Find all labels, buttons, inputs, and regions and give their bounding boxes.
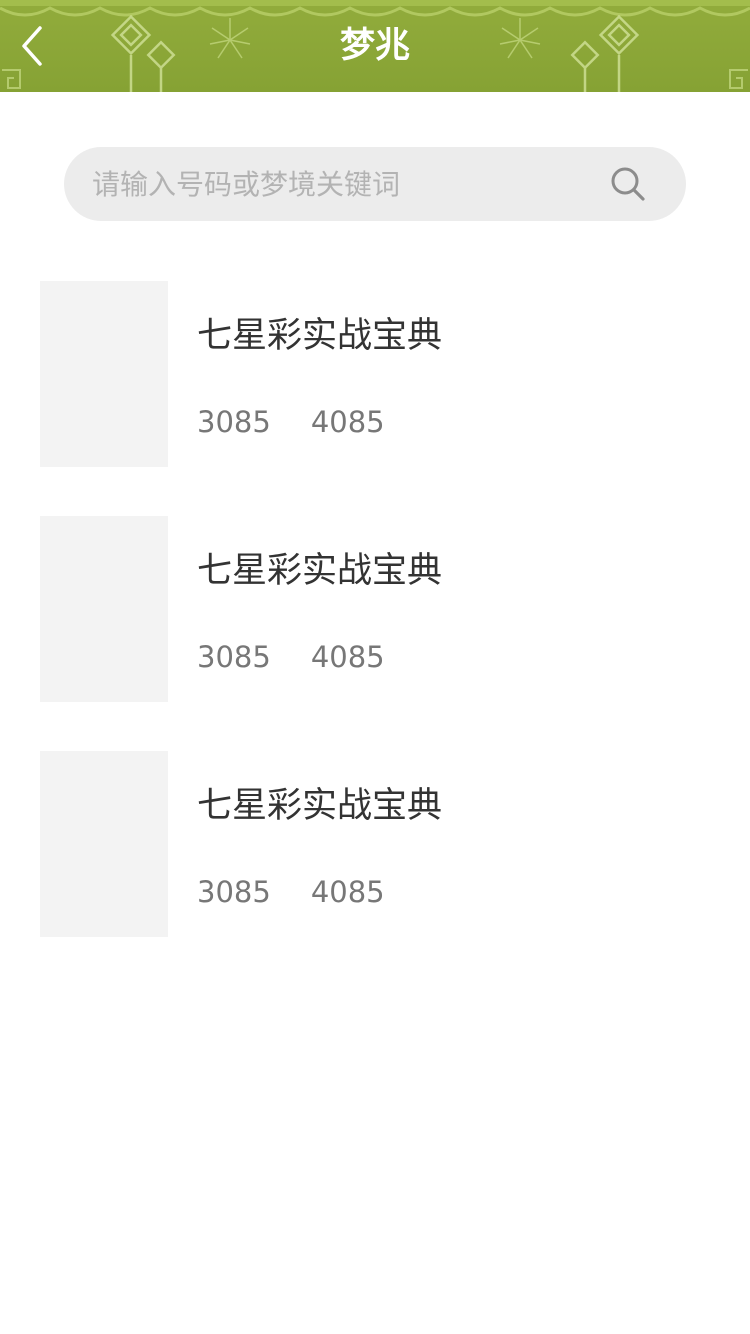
item-numbers: 3085 4085: [197, 875, 385, 909]
back-button[interactable]: [14, 22, 54, 70]
item-title: 七星彩实战宝典: [197, 551, 443, 591]
item-number: 3085: [197, 405, 271, 439]
item-numbers: 3085 4085: [197, 640, 385, 674]
result-list: 七星彩实战宝典 3085 4085 七星彩实战宝典 3085 4085 七星彩实战宝…: [40, 281, 710, 986]
item-number: 4085: [310, 405, 385, 439]
item-number: 4085: [310, 875, 385, 909]
list-item[interactable]: 七星彩实战宝典 3085 4085: [40, 281, 710, 467]
item-thumbnail: [40, 751, 168, 937]
search-bar: [64, 147, 686, 221]
item-title: 七星彩实战宝典: [197, 786, 443, 826]
item-number: 4085: [310, 640, 385, 674]
search-input[interactable]: [92, 147, 592, 221]
decorative-banner: [0, 0, 750, 92]
item-numbers: 3085 4085: [197, 405, 385, 439]
item-thumbnail: [40, 281, 168, 467]
list-item[interactable]: 七星彩实战宝典 3085 4085: [40, 751, 710, 937]
list-item[interactable]: 七星彩实战宝典 3085 4085: [40, 516, 710, 702]
header-bar: 梦兆: [0, 0, 750, 92]
item-thumbnail: [40, 516, 168, 702]
chevron-left-icon: [22, 26, 42, 66]
item-number: 3085: [197, 875, 271, 909]
search-icon[interactable]: [608, 164, 648, 204]
item-title: 七星彩实战宝典: [197, 316, 443, 356]
item-number: 3085: [197, 640, 271, 674]
